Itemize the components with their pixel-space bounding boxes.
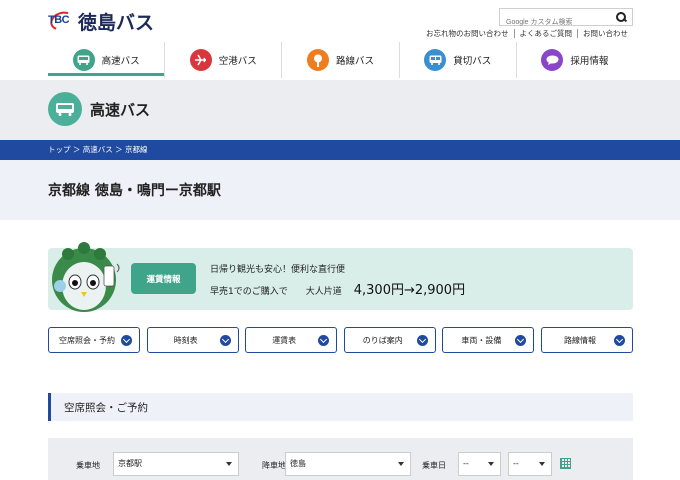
nav-label: 高速バス	[101, 56, 140, 67]
site-header: TBC 徳島バス お忘れ物のお問い合わせ よくあるご質問 お問い合わせ 高速バス…	[0, 0, 680, 80]
tab-bus-stops[interactable]: のりば案内	[343, 327, 436, 353]
section-heading-text: 空席照会・ご予約	[64, 402, 148, 414]
logo-mark-text: TBC	[48, 13, 70, 26]
nav-label: 路線バス	[336, 56, 375, 67]
route-title: 京都線 徳島・鳴門ー京都駅	[48, 183, 221, 199]
tab-route-info[interactable]: 路線情報	[540, 327, 633, 353]
chevron-down-icon	[219, 335, 231, 346]
chevron-down-icon	[515, 335, 527, 346]
mascot-illustration	[52, 242, 120, 312]
breadcrumb-text[interactable]: トップ ＞ 高速バス ＞ 京都線	[48, 145, 148, 154]
board-label: 乗車地	[76, 461, 100, 470]
section-heading: 空席照会・ご予約	[48, 393, 633, 421]
promo-tagline: 日帰り観光も安心！便利な直行便	[210, 265, 346, 275]
speech-bubble-icon	[541, 49, 564, 71]
tab-label: 空席照会・予約	[59, 335, 115, 345]
chevron-down-icon	[416, 335, 428, 346]
utility-links: お忘れ物のお問い合わせ よくあるご質問 お問い合わせ	[421, 29, 633, 38]
chevron-down-icon	[613, 335, 625, 346]
oneway-label: 大人片道	[305, 287, 342, 297]
bus-stop-icon	[307, 49, 329, 71]
contact-link[interactable]: お問い合わせ	[577, 29, 633, 38]
presale-text: 早売1でのご購入で	[210, 287, 288, 297]
month-select[interactable]: --	[458, 452, 501, 476]
page-title: 高速バス	[90, 101, 151, 119]
site-search	[499, 8, 633, 31]
tbc-logo-mark: TBC	[47, 7, 77, 34]
fare-promo-banner: 運賃情報 日帰り観光も安心！便利な直行便 早売1でのご購入で 大人片道 4,30…	[48, 242, 633, 312]
airplane-icon	[189, 49, 212, 71]
alight-label: 降車地	[262, 461, 286, 470]
tab-vehicle[interactable]: 車両・設備	[442, 327, 535, 353]
lost-items-link[interactable]: お忘れ物のお問い合わせ	[421, 29, 514, 38]
charter-bus-icon	[424, 49, 447, 71]
main-nav: 高速バス 空港バス 路線バス 貸切バス 採用情報	[48, 42, 633, 78]
board-select[interactable]: 京都駅	[113, 452, 239, 476]
tab-label: 路線情報	[563, 335, 596, 345]
bus-icon	[48, 92, 82, 126]
date-label: 乗車日	[422, 461, 446, 470]
nav-item-airport-bus[interactable]: 空港バス	[164, 42, 281, 78]
bus-icon	[72, 49, 95, 71]
tab-label: 時刻表	[173, 335, 198, 345]
tab-label: のりば案内	[362, 335, 403, 345]
chevron-down-icon	[121, 335, 132, 346]
logo-text: 徳島バス	[78, 12, 155, 34]
faq-link[interactable]: よくあるご質問	[513, 29, 578, 38]
alight-select[interactable]: 徳島	[285, 452, 411, 476]
nav-item-route-bus[interactable]: 路線バス	[281, 42, 398, 78]
nav-label: 採用情報	[570, 56, 609, 67]
section-tabs: 空席照会・予約 時刻表 運賃表 のりば案内 車両・設備 路線情報	[48, 327, 633, 353]
tab-label: 車両・設備	[461, 335, 502, 345]
search-icon[interactable]	[615, 11, 627, 23]
promo-price-line: 早売1でのご購入で 大人片道 4,300円→2,900円	[210, 279, 465, 298]
tab-timetable[interactable]: 時刻表	[146, 327, 239, 353]
chevron-down-icon	[318, 335, 330, 346]
nav-item-charter-bus[interactable]: 貸切バス	[398, 42, 516, 78]
nav-item-highway-bus[interactable]: 高速バス	[48, 42, 165, 78]
calendar-icon[interactable]	[560, 458, 571, 469]
nav-label: 空港バス	[218, 56, 257, 67]
price-text: 4,300円→2,900円	[353, 283, 466, 298]
site-logo[interactable]: TBC 徳島バス	[47, 7, 155, 35]
nav-label: 貸切バス	[453, 56, 492, 67]
tab-label: 運賃表	[272, 335, 297, 345]
tab-fare-table[interactable]: 運賃表	[245, 327, 338, 353]
nav-item-recruit[interactable]: 採用情報	[515, 42, 633, 78]
fare-info-button[interactable]: 運賃情報	[131, 263, 196, 294]
breadcrumb: トップ ＞ 高速バス ＞ 京都線	[0, 140, 680, 160]
seat-search-form: 乗車地 京都駅 降車地 徳島 乗車日 -- --	[48, 438, 633, 480]
day-select[interactable]: --	[508, 452, 552, 476]
tab-seat-inquiry[interactable]: 空席照会・予約	[48, 327, 140, 353]
